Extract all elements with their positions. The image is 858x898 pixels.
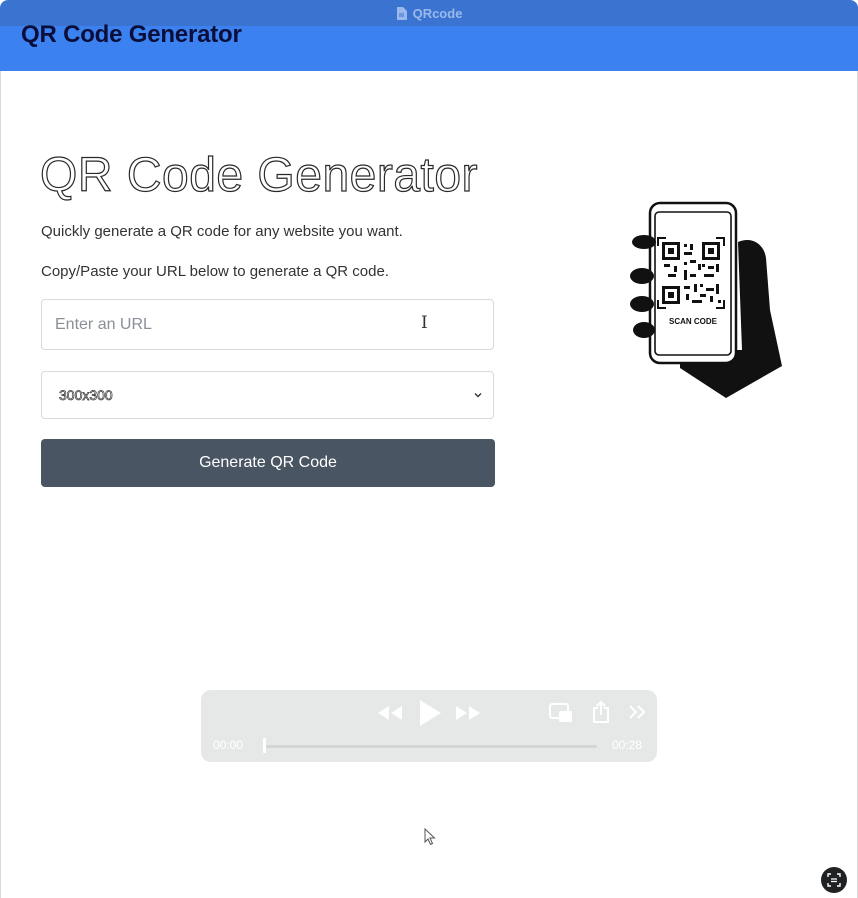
- picture-in-picture-icon[interactable]: [549, 703, 573, 723]
- size-select[interactable]: 300x300: [41, 371, 494, 419]
- mouse-pointer-icon: [424, 828, 436, 846]
- screen-capture-icon: [827, 873, 841, 887]
- app-header-title: QR Code Generator: [21, 21, 242, 48]
- more-chevrons-icon[interactable]: [628, 704, 648, 720]
- intro-text: Quickly generate a QR code for any websi…: [41, 223, 403, 240]
- document-icon: [396, 6, 407, 20]
- media-controls: 00:00 00:28: [201, 690, 657, 762]
- generate-qr-button[interactable]: Generate QR Code: [41, 439, 495, 487]
- window-title: QRcode: [412, 5, 463, 21]
- share-icon[interactable]: [592, 701, 610, 723]
- page-title: QR Code Generator: [39, 148, 479, 202]
- rewind-icon[interactable]: [377, 705, 403, 721]
- size-select-value: 300x300: [59, 387, 113, 404]
- chevron-down-icon: [474, 393, 482, 398]
- text-cursor-icon: I: [421, 313, 428, 333]
- time-current: 00:00: [213, 738, 244, 752]
- play-icon[interactable]: [417, 698, 443, 728]
- screen-capture-button[interactable]: [821, 867, 847, 893]
- progress-track[interactable]: [263, 745, 597, 748]
- window-border-left: [0, 71, 1, 898]
- scan-code-caption: SCAN CODE: [669, 317, 718, 326]
- time-total: 00:28: [612, 738, 643, 752]
- fast-forward-icon[interactable]: [455, 705, 481, 721]
- progress-knob[interactable]: [263, 738, 266, 753]
- phone-qr-hand-icon: SCAN CODE: [630, 201, 782, 398]
- instruction-text: Copy/Paste your URL below to generate a …: [41, 263, 389, 280]
